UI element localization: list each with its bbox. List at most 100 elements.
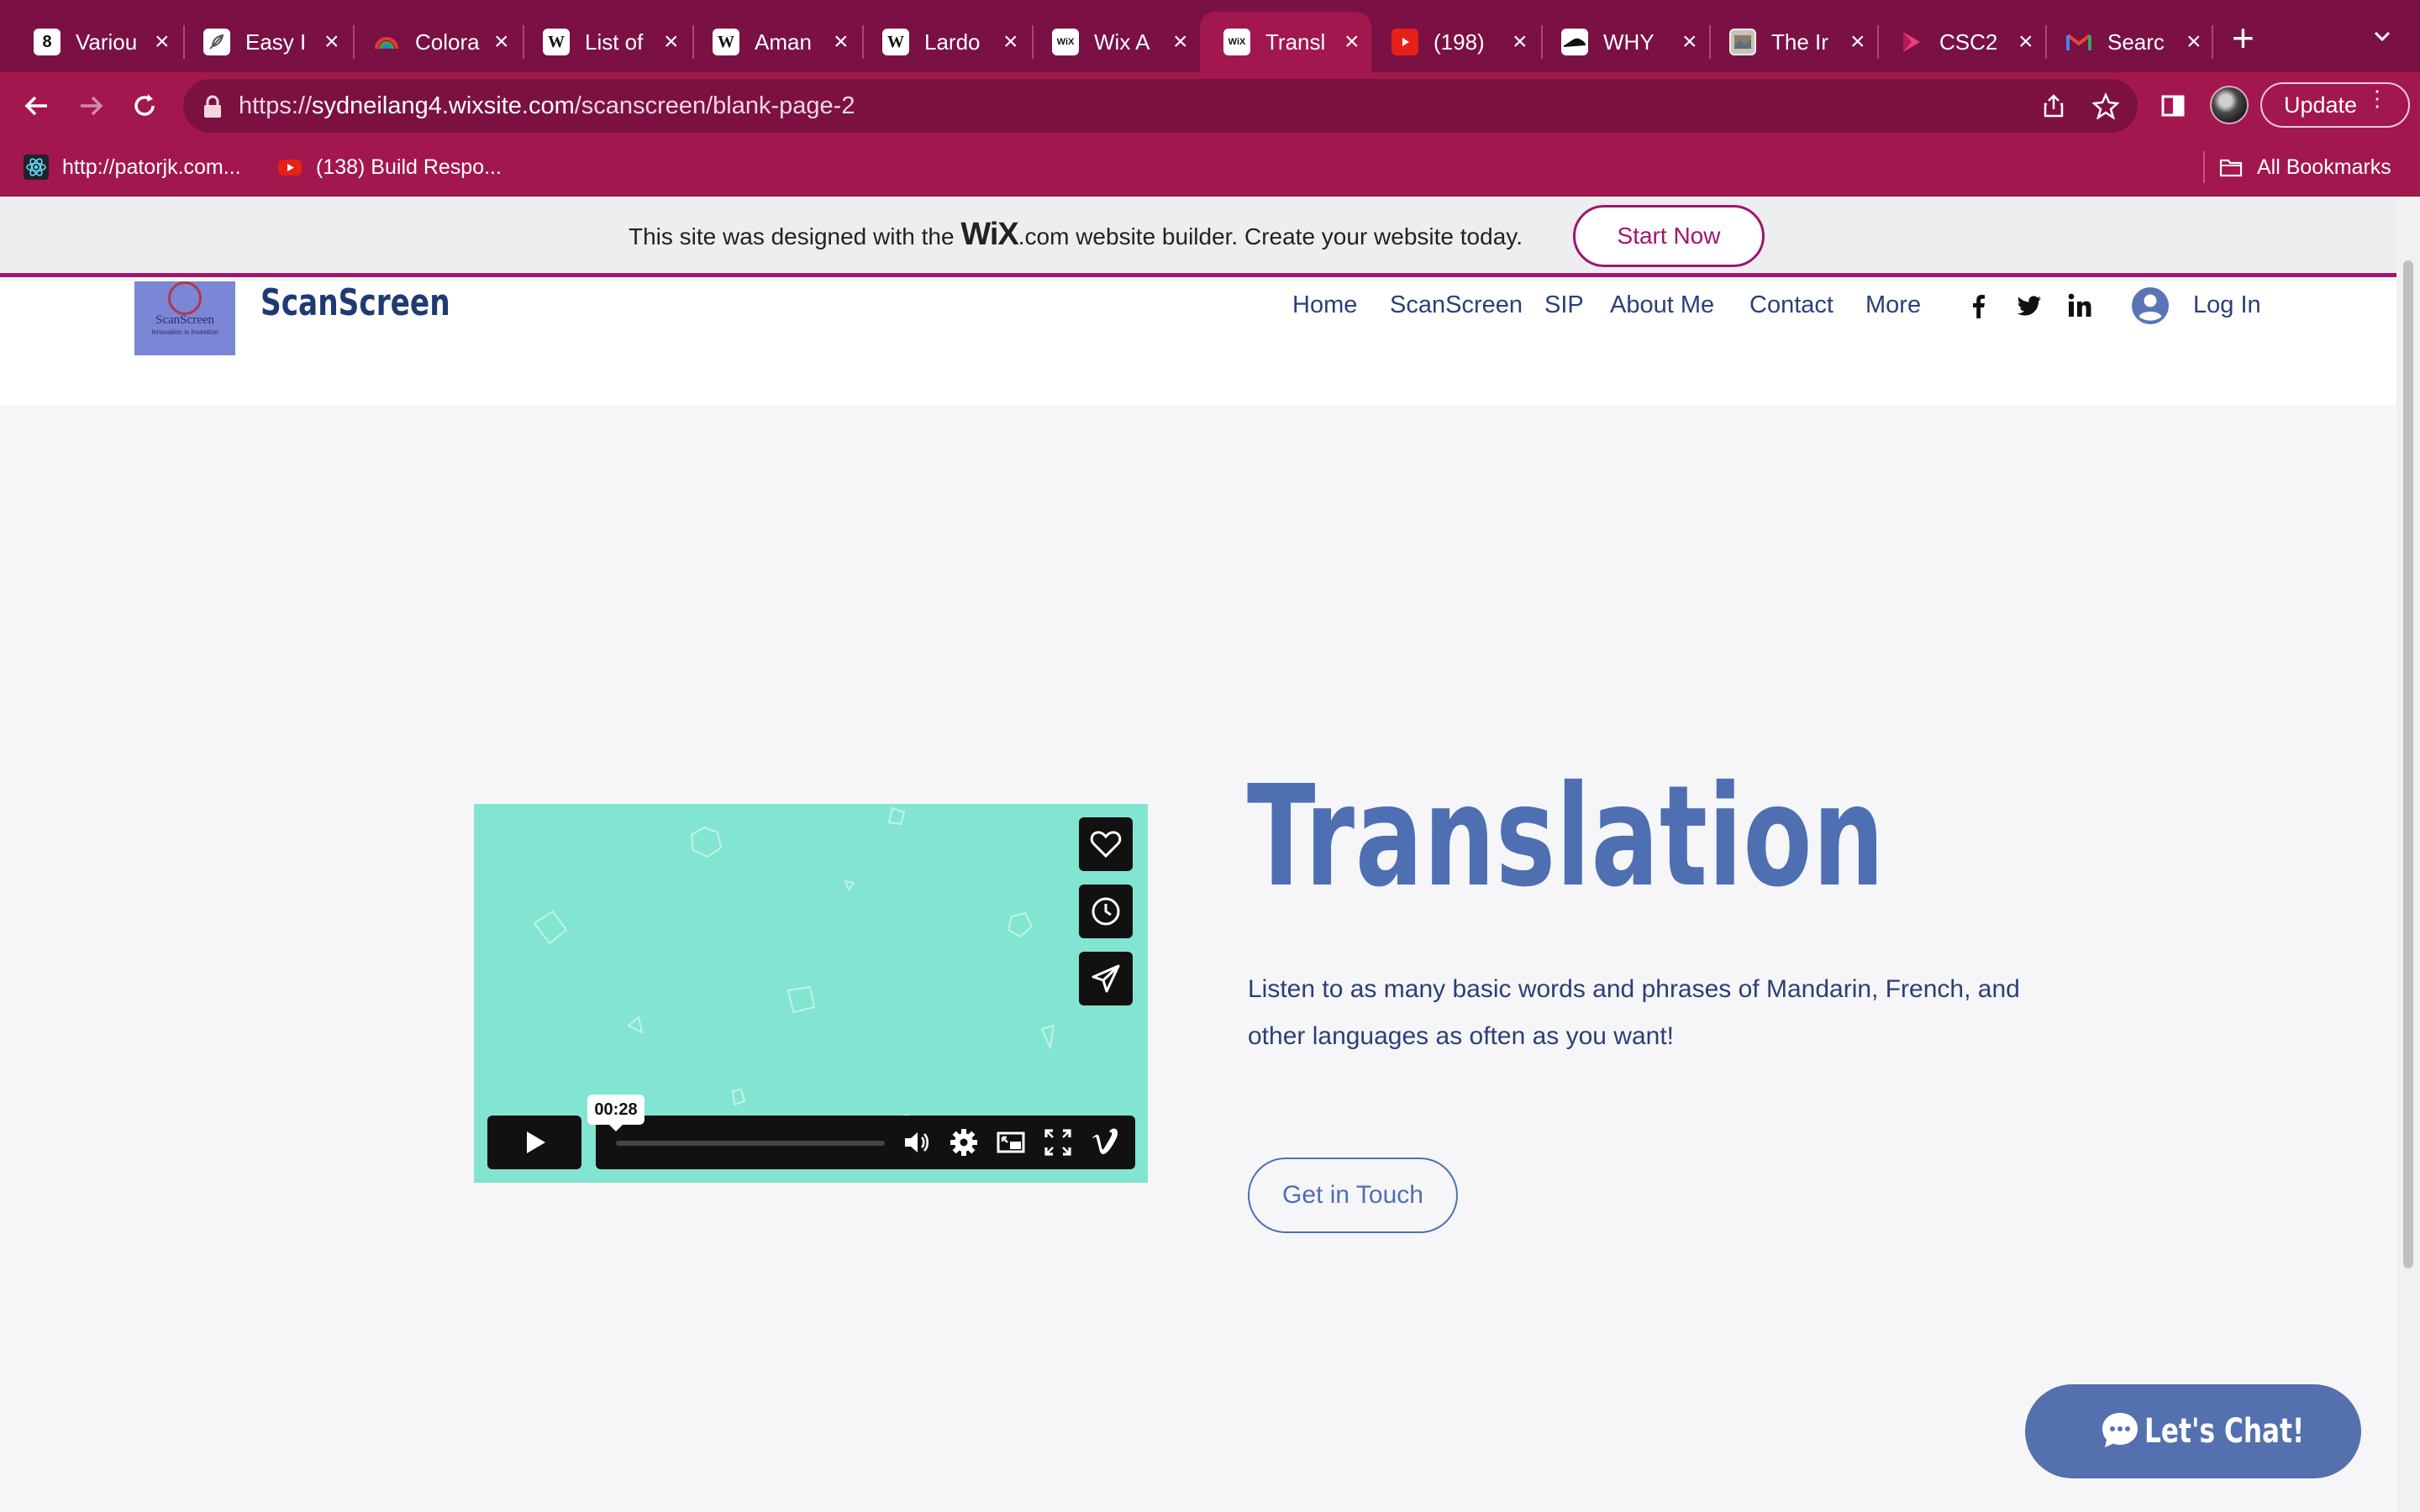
- share-button[interactable]: [1079, 952, 1133, 1005]
- tab-title: Aman: [755, 29, 812, 55]
- video-control-bar: [596, 1116, 1135, 1169]
- all-bookmarks-button[interactable]: All Bookmarks: [2218, 153, 2391, 181]
- scrollbar-thumb[interactable]: [2403, 260, 2413, 1268]
- tab-translation[interactable]: WiX Transl ×: [1200, 12, 1371, 72]
- wikipedia-icon: W: [713, 29, 739, 55]
- bookmark-patorjk[interactable]: http://patorjk.com...: [24, 153, 241, 181]
- clock-icon: [1092, 897, 1120, 926]
- volume-icon[interactable]: [902, 1127, 932, 1158]
- close-icon[interactable]: ×: [1173, 29, 1188, 55]
- close-icon[interactable]: ×: [1003, 29, 1018, 55]
- bookmark-label: http://patorjk.com...: [62, 155, 241, 179]
- tab-the-ir[interactable]: The Ir ×: [1706, 12, 1877, 72]
- wikipedia-icon: W: [543, 29, 570, 55]
- image-icon: [1729, 29, 1756, 55]
- tab-youtube-198[interactable]: (198) ×: [1368, 12, 1539, 72]
- new-tab-icon[interactable]: +: [2232, 18, 2254, 57]
- get-in-touch-button[interactable]: Get in Touch: [1248, 1158, 1458, 1233]
- shoe-icon: [1561, 29, 1588, 55]
- close-icon[interactable]: ×: [1344, 29, 1360, 55]
- tab-title: WHY: [1603, 29, 1655, 55]
- tab-title: Searc: [2107, 29, 2165, 55]
- tab-lardo[interactable]: W Lardo ×: [859, 12, 1030, 72]
- tab-search[interactable]: Searc ×: [2042, 12, 2213, 72]
- video-time-tooltip: 00:28: [587, 1095, 644, 1131]
- nav-more[interactable]: More: [1865, 291, 1921, 319]
- play-button[interactable]: [487, 1116, 581, 1169]
- picture-in-picture-icon[interactable]: [996, 1127, 1026, 1158]
- nav-sip[interactable]: SIP: [1544, 291, 1584, 319]
- user-avatar-icon[interactable]: [2131, 286, 2170, 325]
- close-icon[interactable]: ×: [1850, 29, 1865, 55]
- linkedin-icon[interactable]: [2065, 291, 2094, 320]
- nav-about-me[interactable]: About Me: [1610, 291, 1714, 319]
- more-menu-icon[interactable]: ⋮: [2366, 87, 2388, 109]
- close-icon[interactable]: ×: [1682, 29, 1697, 55]
- play-icon: [527, 1131, 545, 1153]
- site-logo[interactable]: ScanScreen Innovation is Invention: [134, 281, 235, 355]
- wix-logo: WiX: [960, 217, 1018, 252]
- log-in-link[interactable]: Log In: [2193, 291, 2261, 319]
- side-panel-icon[interactable]: [2160, 92, 2186, 119]
- tab-title: Wix A: [1094, 29, 1150, 55]
- play-icon: [1897, 29, 1924, 55]
- nav-scanscreen[interactable]: ScanScreen: [1390, 291, 1523, 319]
- settings-gear-icon[interactable]: [949, 1127, 979, 1158]
- watch-later-button[interactable]: [1079, 885, 1133, 938]
- progress-bar[interactable]: [616, 1141, 885, 1146]
- tab-list-of[interactable]: W List of ×: [519, 12, 691, 72]
- tab-why[interactable]: WHY ×: [1538, 12, 1709, 72]
- bookmark-star-icon[interactable]: [2092, 92, 2119, 119]
- tab-search-chevron-icon[interactable]: [2368, 22, 2396, 50]
- tab-title: Lardo: [924, 29, 981, 55]
- close-icon[interactable]: ×: [324, 29, 339, 55]
- wix-icon: WiX: [1052, 29, 1079, 55]
- start-now-button[interactable]: Start Now: [1573, 205, 1765, 267]
- share-icon[interactable]: [2040, 92, 2067, 119]
- profile-avatar[interactable]: [2210, 86, 2249, 124]
- close-icon[interactable]: ×: [1512, 29, 1528, 55]
- browser-toolbar: https://sydneilang4.wixsite.com/scanscre…: [0, 72, 2420, 138]
- video-player[interactable]: 00:28: [474, 804, 1148, 1183]
- tab-csc2[interactable]: CSC2 ×: [1874, 12, 2045, 72]
- page-description: Listen to as many basic words and phrase…: [1248, 975, 2020, 1050]
- tab-various[interactable]: 8 Variou ×: [10, 12, 182, 72]
- nav-contact[interactable]: Contact: [1749, 291, 1833, 319]
- fullscreen-icon[interactable]: [1043, 1127, 1073, 1158]
- lock-icon[interactable]: [202, 94, 224, 119]
- site-name[interactable]: ScanScreen: [260, 281, 450, 324]
- bookmark-build-responsive[interactable]: (138) Build Respo...: [277, 153, 502, 181]
- wix-icon: WiX: [1223, 29, 1250, 55]
- tab-title: Variou: [76, 29, 138, 55]
- nav-home[interactable]: Home: [1292, 291, 1357, 319]
- close-icon[interactable]: ×: [834, 29, 849, 55]
- chat-bubble-icon: [2102, 1413, 2138, 1447]
- update-button[interactable]: Update ⋮: [2260, 82, 2410, 128]
- twitter-icon[interactable]: [2015, 291, 2044, 320]
- tab-title: Easy I: [245, 29, 307, 55]
- address-bar[interactable]: https://sydneilang4.wixsite.com/scanscre…: [183, 79, 2138, 133]
- bookmark-label: (138) Build Respo...: [316, 155, 502, 179]
- tab-title: The Ir: [1771, 29, 1828, 55]
- page-scrollbar[interactable]: [2396, 197, 2420, 1512]
- close-icon[interactable]: ×: [494, 29, 509, 55]
- close-icon[interactable]: ×: [2018, 29, 2033, 55]
- tab-wix-a[interactable]: WiX Wix A ×: [1028, 12, 1200, 72]
- close-icon[interactable]: ×: [2186, 29, 2202, 55]
- forward-icon[interactable]: [72, 87, 109, 124]
- facebook-icon[interactable]: [1965, 291, 1993, 320]
- folder-icon: [2219, 159, 2243, 177]
- vimeo-icon[interactable]: [1090, 1127, 1120, 1158]
- close-icon[interactable]: ×: [664, 29, 679, 55]
- like-button[interactable]: [1079, 817, 1133, 871]
- lets-chat-button[interactable]: Let's Chat!: [2025, 1384, 2361, 1478]
- site-header: ScanScreen Innovation is Invention ScanS…: [0, 281, 2396, 406]
- youtube-icon: [1392, 29, 1418, 55]
- tab-colora[interactable]: Colora ×: [350, 12, 521, 72]
- back-icon[interactable]: [18, 87, 55, 124]
- tab-easy[interactable]: Easy I ×: [180, 12, 351, 72]
- tab-aman[interactable]: W Aman ×: [689, 12, 860, 72]
- reload-icon[interactable]: [126, 87, 163, 124]
- close-icon[interactable]: ×: [155, 29, 170, 55]
- page-title: Translation: [1247, 756, 1886, 918]
